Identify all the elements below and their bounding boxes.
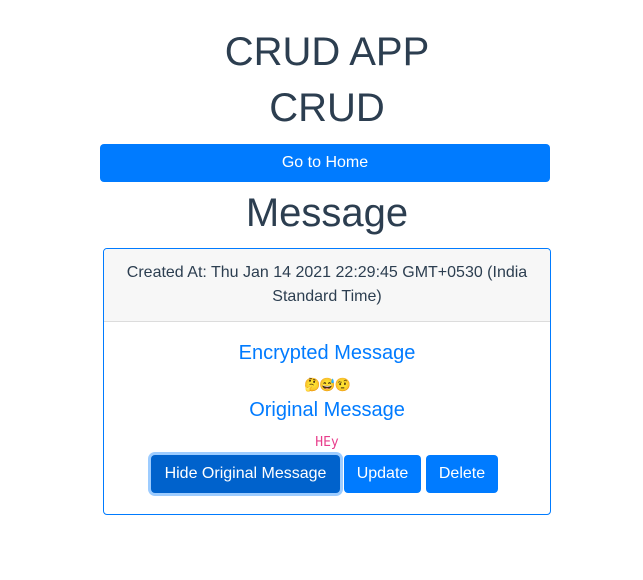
delete-button[interactable]: Delete <box>426 455 498 493</box>
message-card: Created At: Thu Jan 14 2021 22:29:45 GMT… <box>103 248 551 515</box>
update-button[interactable]: Update <box>344 455 421 493</box>
hide-original-message-button[interactable]: Hide Original Message <box>151 455 340 493</box>
created-at-text: Created At: Thu Jan 14 2021 22:29:45 GMT… <box>126 264 528 305</box>
card-header: Created At: Thu Jan 14 2021 22:29:45 GMT… <box>104 249 550 322</box>
section-title: CRUD <box>269 86 385 130</box>
page: CRUD APP CRUD Go to Home Message Created… <box>0 0 643 580</box>
encrypted-message-label: Encrypted Message <box>238 342 416 364</box>
original-message-value: HEy <box>315 435 339 450</box>
card-body: Encrypted Message 🤔😅🤨 Original Message H… <box>104 322 550 514</box>
encrypted-message-value: 🤔😅🤨 <box>304 377 351 392</box>
go-to-home-button[interactable]: Go to Home <box>100 144 550 182</box>
original-message-label: Original Message <box>249 399 405 421</box>
app-title: CRUD APP <box>224 30 430 74</box>
message-page-title: Message <box>245 191 409 235</box>
